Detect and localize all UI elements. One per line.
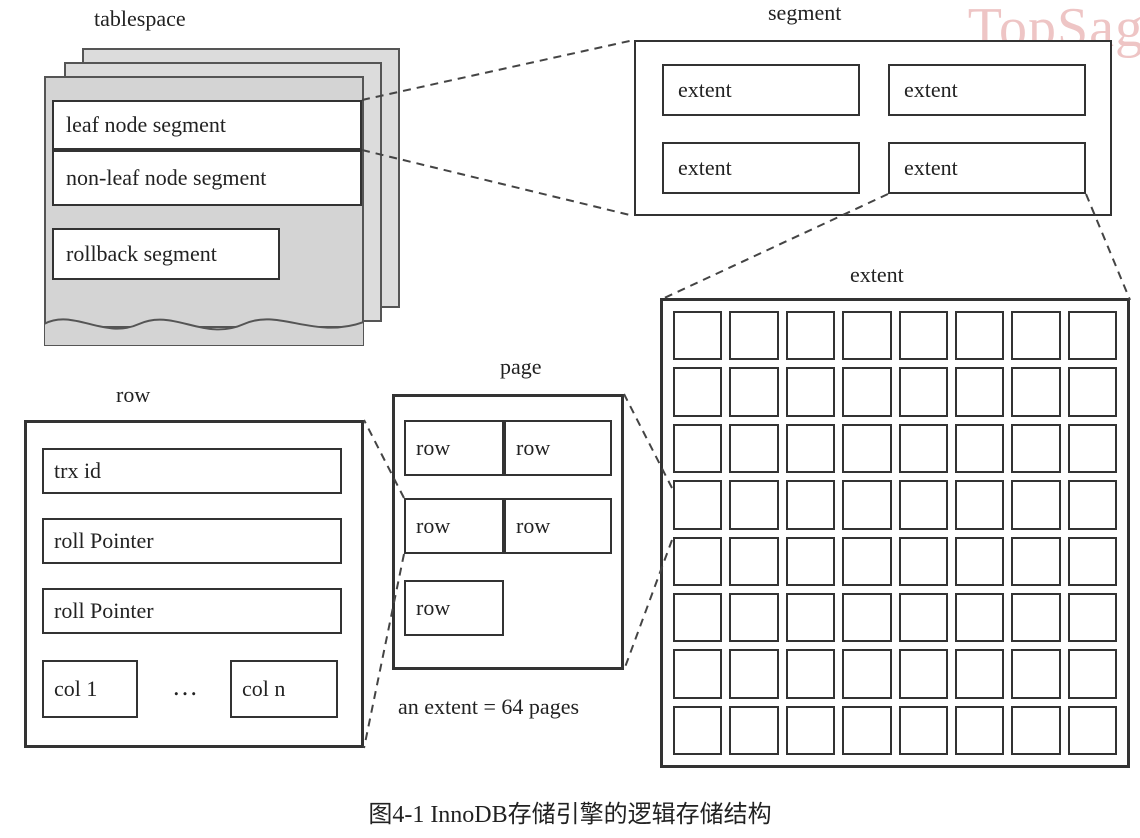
page-row-4: row: [504, 498, 612, 554]
row-roll-pointer-2: roll Pointer: [42, 588, 342, 634]
rollback-segment: rollback segment: [52, 228, 280, 280]
row-trx-id: trx id: [42, 448, 342, 494]
extent-note: an extent = 64 pages: [398, 694, 579, 720]
row-cols-ellipsis: …: [172, 672, 198, 702]
page-row-2: row: [504, 420, 612, 476]
row-label: row: [116, 382, 150, 408]
page-row-5: row: [404, 580, 504, 636]
segment-extent-4: extent: [888, 142, 1086, 194]
segment-extent-2: extent: [888, 64, 1086, 116]
tablespace-label: tablespace: [94, 6, 186, 32]
segment-extent-1: extent: [662, 64, 860, 116]
page-label: page: [500, 354, 542, 380]
non-leaf-node-segment: non-leaf node segment: [52, 150, 362, 206]
segment-label: segment: [768, 0, 841, 26]
row-roll-pointer-1: roll Pointer: [42, 518, 342, 564]
row-col-n: col n: [230, 660, 338, 718]
segment-extent-3: extent: [662, 142, 860, 194]
page-row-3: row: [404, 498, 504, 554]
leaf-node-segment: leaf node segment: [52, 100, 362, 150]
figure-caption: 图4-1 InnoDB存储引擎的逻辑存储结构: [0, 794, 1140, 829]
extent-grid: [660, 298, 1130, 768]
page-row-1: row: [404, 420, 504, 476]
row-col-1: col 1: [42, 660, 138, 718]
extent-label: extent: [850, 262, 904, 288]
